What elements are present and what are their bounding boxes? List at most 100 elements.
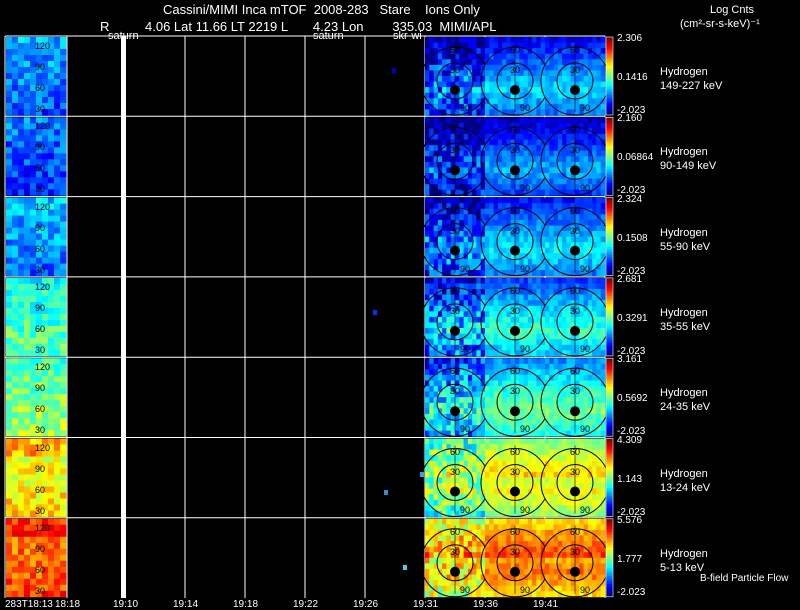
skymap-pixel	[434, 524, 439, 530]
skymap-pixel	[506, 420, 511, 426]
heatmap-cell	[24, 37, 30, 43]
skymap-pixel	[494, 220, 499, 226]
heatmap-cell	[36, 499, 42, 505]
skymap-pixel	[434, 93, 439, 99]
skymap-pixel	[562, 134, 567, 140]
skymap-pixel	[494, 253, 499, 259]
skymap-pixel	[442, 439, 447, 445]
skymap-pixel	[438, 37, 443, 43]
skymap-pixel	[562, 179, 567, 185]
skymap-pixel	[588, 386, 593, 392]
skymap-pixel	[498, 300, 503, 306]
skymap-pixel	[451, 461, 456, 467]
skymap-pixel	[558, 198, 563, 204]
skymap-pixel	[425, 65, 430, 71]
skymap-pixel	[562, 381, 567, 387]
skymap-pixel	[485, 563, 490, 569]
skymap-pixel	[545, 242, 550, 248]
heatmap-cell	[48, 103, 54, 109]
skymap-pixel	[519, 489, 524, 495]
skymap-pixel	[494, 466, 499, 472]
skymap-pixel	[446, 104, 451, 110]
heatmap-cell	[30, 258, 36, 264]
skymap-pixel	[476, 575, 481, 581]
skymap-pixel	[455, 76, 460, 82]
skymap-pixel	[476, 156, 481, 162]
skymap-pixel	[489, 128, 494, 134]
skymap-pixel	[601, 87, 606, 93]
skymap-pixel	[464, 403, 469, 409]
skymap-pixel	[498, 541, 503, 547]
skymap-pixel	[562, 104, 567, 110]
skymap-pixel	[489, 369, 494, 375]
skymap-pixel	[476, 444, 481, 450]
colorbar-segment	[606, 138, 613, 141]
skymap-pixel	[476, 541, 481, 547]
skymap-pixel	[592, 70, 597, 76]
skymap-pixel	[472, 231, 477, 237]
skymap-pixel	[489, 541, 494, 547]
skymap-pixel	[541, 339, 546, 345]
heatmap-cell	[6, 165, 12, 171]
skymap-pixel	[558, 265, 563, 271]
heatmap-cell	[42, 296, 48, 302]
colorbar-segment	[606, 224, 613, 227]
colorbar-segment	[606, 182, 613, 185]
skymap-pixel	[532, 494, 537, 500]
skymap-pixel	[434, 167, 439, 173]
heatmap-cell	[12, 332, 18, 338]
heatmap-cell	[48, 159, 54, 165]
colorbar-segment	[606, 413, 613, 416]
heatmap-cell	[60, 43, 66, 49]
colorbar-segment	[606, 478, 613, 481]
skymap-pixel	[592, 500, 597, 506]
skymap-pixel	[536, 381, 541, 387]
skymap-pixel	[532, 203, 537, 209]
skymap-pixel	[489, 117, 494, 123]
heatmap-cell	[24, 135, 30, 141]
skymap-pixel	[588, 381, 593, 387]
skymap-pixel	[494, 569, 499, 575]
heatmap-cell	[6, 326, 12, 332]
skymap-pixel	[566, 425, 571, 431]
heatmap-cell	[6, 499, 12, 505]
heatmap-cell	[54, 481, 60, 487]
skymap-pixel	[464, 408, 469, 414]
skymap-pixel	[442, 558, 447, 564]
heatmap-cell	[12, 555, 18, 561]
skymap-pixel	[558, 278, 563, 284]
skymap-pixel	[446, 345, 451, 351]
skymap-pixel	[502, 425, 507, 431]
skymap-pixel	[468, 214, 473, 220]
skymap-pixel	[601, 265, 606, 271]
skymap-pixel	[468, 536, 473, 542]
skymap-pixel	[579, 483, 584, 489]
skymap-pixel	[442, 358, 447, 364]
skymap-pixel	[571, 198, 576, 204]
colorbar-segment	[606, 366, 613, 369]
skymap-pixel	[524, 444, 529, 450]
skymap-pixel	[438, 364, 443, 370]
heatmap-cell	[54, 290, 60, 296]
skymap-pixel	[429, 123, 434, 129]
heatmap-cell	[18, 216, 24, 222]
skymap-pixel	[541, 350, 546, 356]
heatmap-cell	[18, 79, 24, 85]
skymap-pixel	[536, 123, 541, 129]
heatmap-cell	[48, 412, 54, 418]
skymap-pixel	[584, 472, 589, 478]
skymap-pixel	[562, 455, 567, 461]
heatmap-cell	[60, 555, 66, 561]
skymap-pixel	[579, 478, 584, 484]
skymap-pixel	[425, 386, 430, 392]
skymap-pixel	[485, 483, 490, 489]
heatmap-cell	[24, 344, 30, 350]
heatmap-cell	[48, 376, 54, 382]
skymap-pixel	[584, 220, 589, 226]
heatmap-cell	[54, 189, 60, 195]
colorbar-segment	[606, 247, 613, 250]
skymap-pixel	[545, 104, 550, 110]
skymap-pixel	[596, 237, 601, 243]
heatmap-cell	[6, 240, 12, 246]
skymap-pixel	[442, 151, 447, 157]
